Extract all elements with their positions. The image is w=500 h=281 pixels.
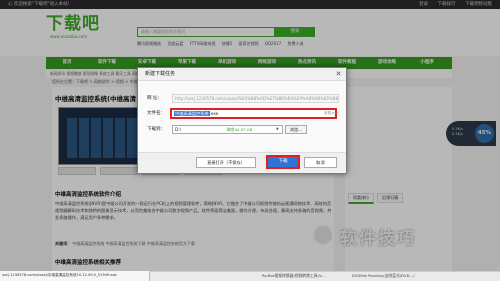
dialog-title: 新建下载任务 (145, 71, 176, 77)
save-to-label: 下载到： (147, 127, 165, 132)
filename-selected-text: 中维高清监控系统 (174, 111, 210, 116)
close-icon[interactable]: ✕ (334, 70, 343, 79)
cancel-button[interactable]: 取消 (304, 157, 337, 168)
url-label: 网 址： (147, 96, 162, 101)
open-directly-button[interactable]: 直接打开（不保存） (196, 157, 256, 168)
free-space: 剩余44.07 GB (227, 127, 253, 132)
filename-field[interactable]: 中维高清监控系统.exe (170, 108, 337, 119)
status-download-item[interactable]: Ro.Bot视频转换器(视频转换工具)V... (262, 271, 325, 281)
browse-button[interactable]: 浏览... (285, 125, 307, 134)
status-download-item[interactable]: DVDFab Passkey(去除蓝光/DVD...) (352, 271, 415, 281)
chevron-down-icon[interactable]: ▼ (276, 125, 279, 134)
file-size: 未知大小 (324, 111, 339, 115)
filename-label: 文件名： (147, 111, 165, 116)
status-url: xzcj.1230578.com/xiazai/中维高清监控系统10.12.09… (0, 271, 150, 281)
url-field[interactable]: http://xzcj.1230578.com/xiazai/%E4%B8%AD… (172, 94, 339, 103)
download-button[interactable]: 下载 (266, 155, 300, 169)
filename-extension: .exe (209, 111, 219, 116)
